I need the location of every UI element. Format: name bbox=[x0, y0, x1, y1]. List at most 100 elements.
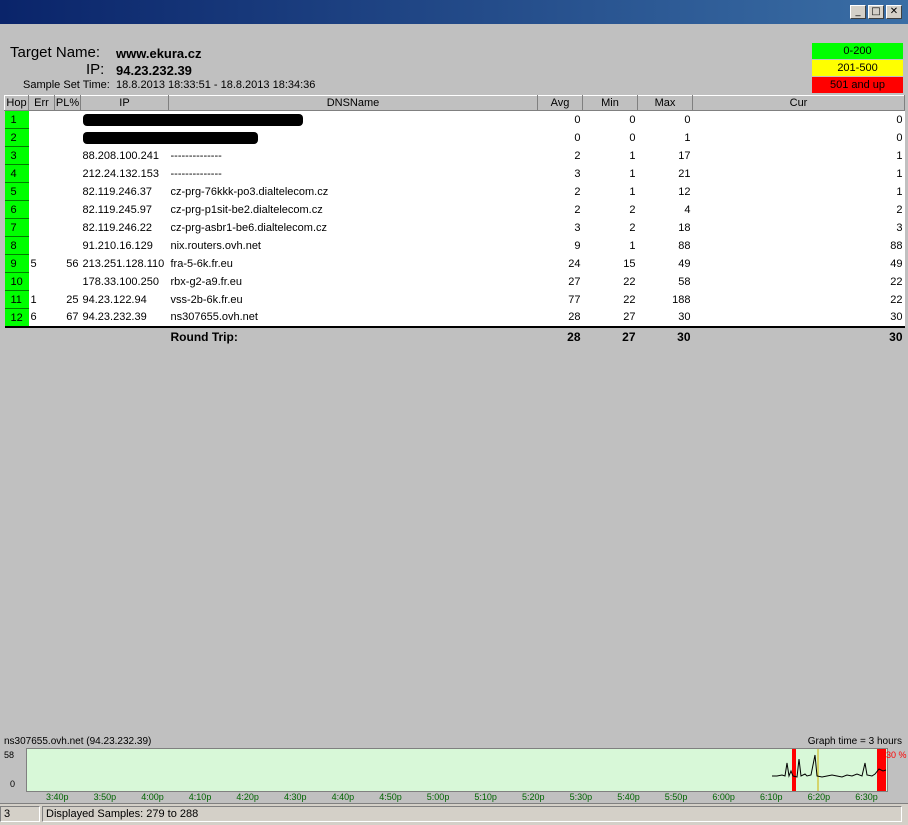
cur-cell: 1 bbox=[692, 146, 905, 165]
table-row[interactable]: 3 88.208.100.241 -------------- 2 1 17 1 bbox=[4, 146, 905, 165]
col-max[interactable]: Max bbox=[637, 95, 693, 111]
hop-cell: 6 bbox=[4, 200, 29, 219]
avg-cell: 28 bbox=[537, 308, 583, 327]
max-cell: 49 bbox=[637, 254, 693, 273]
col-hop[interactable]: Hop bbox=[4, 95, 29, 111]
ip-label: IP: bbox=[86, 61, 105, 78]
round-trip-cur: 30 bbox=[692, 326, 905, 345]
col-dnsname[interactable]: DNSName bbox=[168, 95, 538, 111]
min-cell: 1 bbox=[582, 236, 638, 255]
pl-cell: 67 bbox=[54, 308, 81, 327]
table-row[interactable]: 6 82.119.245.97 cz-prg-p1sit-be2.dialtelec… bbox=[4, 200, 905, 219]
table-row[interactable]: 20010 bbox=[4, 128, 905, 147]
dns-cell: rbx-g2-a9.fr.eu bbox=[168, 272, 538, 291]
maximize-button[interactable]: □ bbox=[868, 5, 884, 19]
target-name-label: Target Name: bbox=[10, 44, 101, 61]
loss-band bbox=[792, 749, 796, 791]
table-row[interactable]: 4 212.24.132.153 -------------- 3 1 21 1 bbox=[4, 164, 905, 183]
avg-cell: 77 bbox=[537, 290, 583, 309]
minimize-button[interactable]: _ bbox=[850, 5, 866, 19]
table-row[interactable]: 9 5 56 213.251.128.110 fra-5-6k.fr.eu 24 15 49 4… bbox=[4, 254, 905, 273]
x-tick-label: 4:00p bbox=[141, 792, 164, 802]
max-cell: 18 bbox=[637, 218, 693, 237]
dns-cell: ns307655.ovh.net bbox=[168, 308, 538, 327]
close-button[interactable]: ✕ bbox=[886, 5, 902, 19]
err-cell bbox=[28, 182, 55, 201]
max-cell: 12 bbox=[637, 182, 693, 201]
table-row[interactable]: 11 1 25 94.23.122.94 vss-2b-6k.fr.eu 77 22 188 2… bbox=[4, 290, 905, 309]
ip-cell: 213.251.128.110 bbox=[80, 254, 169, 273]
col-ip[interactable]: IP bbox=[80, 95, 169, 111]
pl-cell: 25 bbox=[54, 290, 81, 309]
round-trip-label: Round Trip: bbox=[168, 326, 538, 345]
max-cell: 17 bbox=[637, 146, 693, 165]
avg-cell: 9 bbox=[537, 236, 583, 255]
avg-cell: 2 bbox=[537, 146, 583, 165]
target-name-value: www.ekura.cz bbox=[116, 46, 202, 61]
min-cell: 2 bbox=[582, 200, 638, 219]
col-err[interactable]: Err bbox=[28, 95, 55, 111]
dns-cell: -------------- bbox=[168, 146, 538, 165]
cur-cell: 0 bbox=[692, 110, 905, 129]
sample-set-label: Sample Set Time: bbox=[23, 79, 110, 91]
hop-cell: 1 bbox=[4, 110, 29, 129]
col-avg[interactable]: Avg bbox=[537, 95, 583, 111]
legend-green: 0-200 bbox=[812, 43, 903, 59]
table-row[interactable]: 10 178.33.100.250 rbx-g2-a9.fr.eu 27 22 58 22 bbox=[4, 272, 905, 291]
x-tick-label: 6:20p bbox=[807, 792, 831, 802]
x-tick-label: 5:30p bbox=[569, 792, 593, 802]
hop-cell: 7 bbox=[4, 218, 29, 237]
hop-cell: 3 bbox=[4, 146, 29, 165]
legend-yellow: 201-500 bbox=[812, 60, 903, 76]
title-bar: _ □ ✕ bbox=[0, 0, 908, 24]
table-row[interactable]: 10000 bbox=[4, 110, 905, 129]
round-trip-min: 27 bbox=[582, 326, 638, 345]
legend-red: 501 and up bbox=[812, 77, 903, 93]
round-trip-max: 30 bbox=[637, 326, 693, 345]
x-tick-label: 4:50p bbox=[379, 792, 402, 802]
x-tick-label: 5:10p bbox=[474, 792, 497, 802]
table-row[interactable]: 7 82.119.246.22 cz-prg-asbr1-be6.dialtelec… bbox=[4, 218, 905, 237]
x-tick-label: 5:20p bbox=[522, 792, 545, 802]
ip-cell: 94.23.232.39 bbox=[80, 308, 169, 327]
pl-cell: 56 bbox=[54, 254, 81, 273]
cur-cell: 3 bbox=[692, 218, 905, 237]
avg-cell: 0 bbox=[537, 128, 583, 147]
err-cell bbox=[28, 146, 55, 165]
graph-y-min: 0 bbox=[10, 779, 16, 789]
ip-cell bbox=[80, 128, 538, 147]
x-tick-label: 6:10p bbox=[760, 792, 783, 802]
table-header: Hop Err PL% IP DNSName Avg Min Max Cur bbox=[4, 95, 905, 111]
min-cell: 0 bbox=[582, 110, 638, 129]
status-samples: Displayed Samples: 279 to 288 bbox=[42, 806, 902, 822]
max-cell: 30 bbox=[637, 308, 693, 327]
min-cell: 1 bbox=[582, 164, 638, 183]
hop-cell: 11 bbox=[4, 290, 29, 309]
max-cell: 21 bbox=[637, 164, 693, 183]
col-cur[interactable]: Cur bbox=[692, 95, 905, 111]
table-row[interactable]: 12 6 67 94.23.232.39 ns307655.ovh.net 28 27 30 3… bbox=[4, 308, 905, 328]
avg-cell: 0 bbox=[537, 110, 583, 129]
graph-header: ns307655.ovh.net (94.23.232.39) Graph ti… bbox=[4, 736, 904, 748]
x-tick-label: 5:40p bbox=[617, 792, 640, 802]
min-cell: 27 bbox=[582, 308, 638, 327]
graph-x-axis: 3:40p 3:50p 4:00p 4:10p 4:20p 4:30p 4:40p 4:50p… bbox=[26, 792, 886, 802]
hop-cell: 10 bbox=[4, 272, 29, 291]
hop-cell: 12 bbox=[4, 308, 29, 328]
graph-loss-pct: 30 % bbox=[886, 750, 907, 760]
err-cell: 6 bbox=[28, 308, 55, 327]
sample-set-value: 18.8.2013 18:33:51 - 18.8.2013 18:34:36 bbox=[116, 79, 316, 91]
redacted-block bbox=[82, 131, 258, 144]
col-pl[interactable]: PL% bbox=[54, 95, 81, 111]
pl-cell bbox=[54, 218, 81, 237]
x-tick-label: 4:30p bbox=[284, 792, 307, 802]
table-row[interactable]: 5 82.119.246.37 cz-prg-76kkk-po3.dialtelec… bbox=[4, 182, 905, 201]
table-row[interactable]: 8 91.210.16.129 nix.routers.ovh.net 9 1 88 88 bbox=[4, 236, 905, 255]
graph-host-label: ns307655.ovh.net (94.23.232.39) bbox=[4, 736, 152, 747]
pl-cell bbox=[54, 146, 81, 165]
pl-cell bbox=[54, 110, 81, 129]
max-cell: 0 bbox=[637, 110, 693, 129]
col-min[interactable]: Min bbox=[582, 95, 638, 111]
ip-cell: 212.24.132.153 bbox=[80, 164, 169, 183]
latency-graph[interactable] bbox=[26, 748, 888, 792]
